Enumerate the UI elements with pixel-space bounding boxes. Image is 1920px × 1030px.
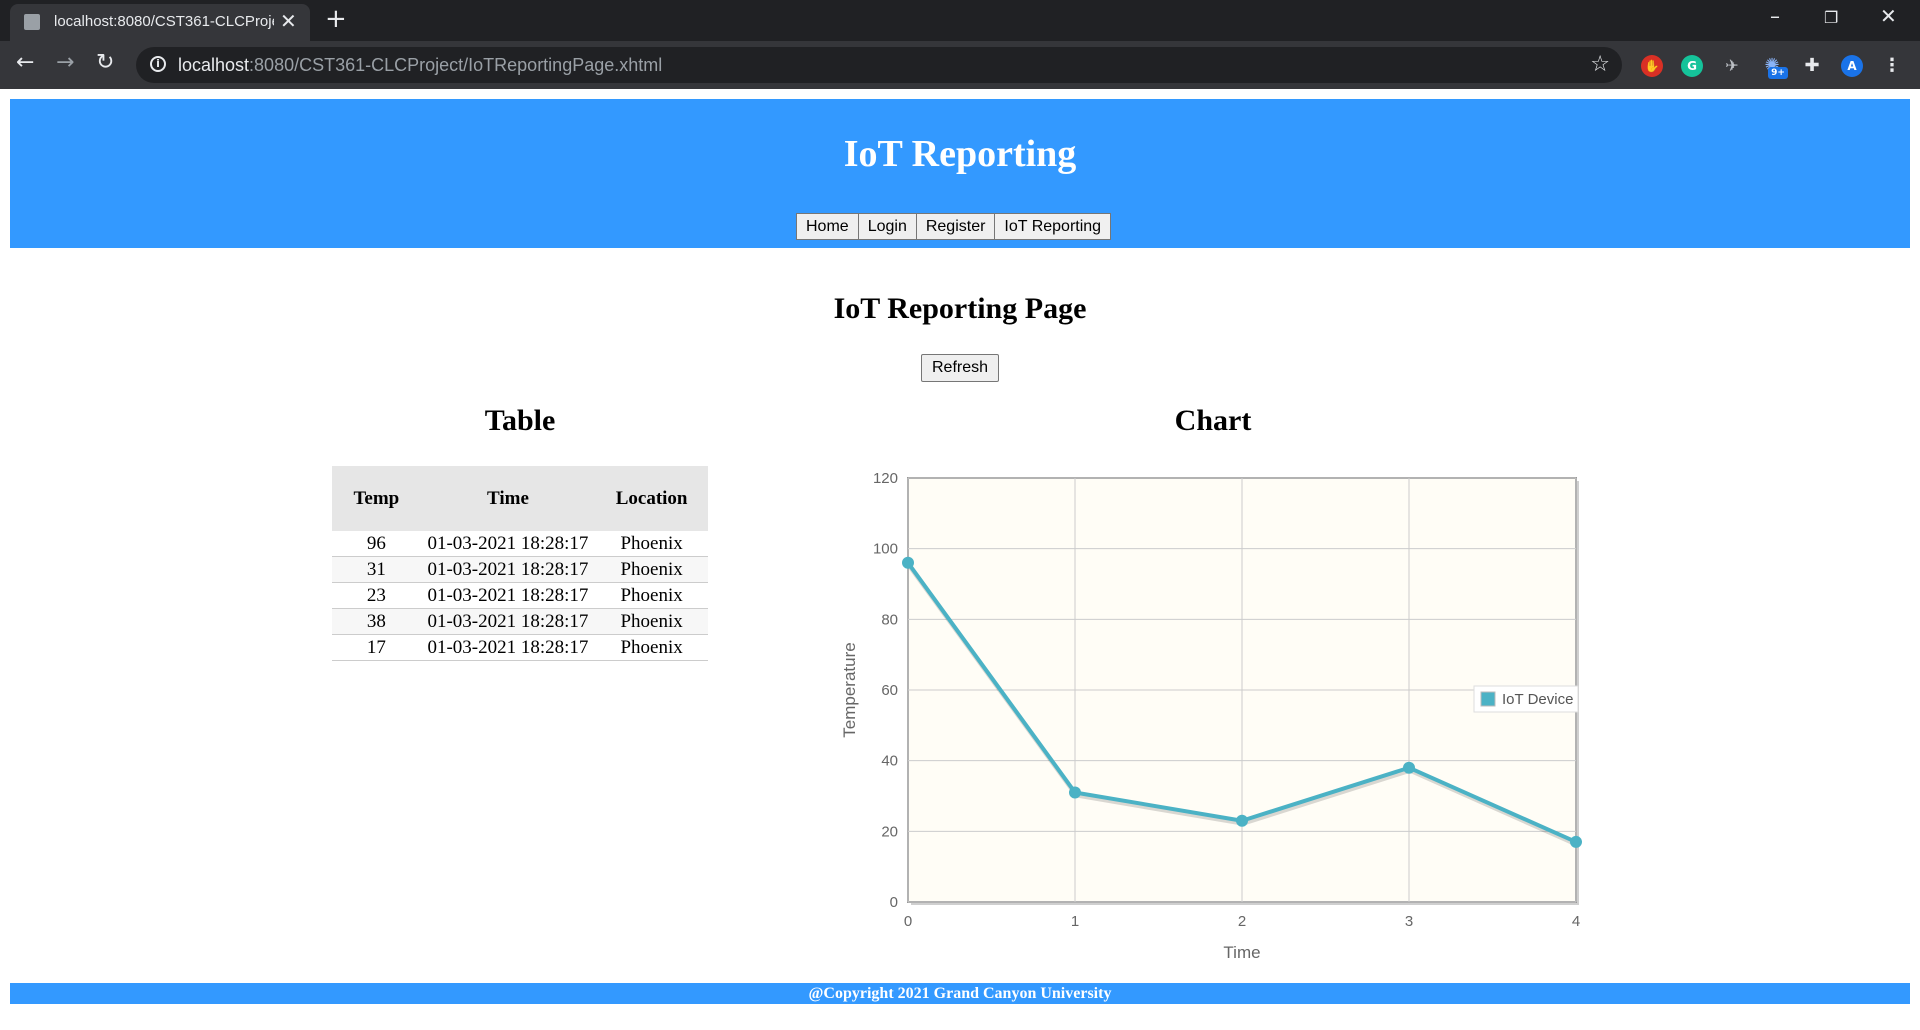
nav-register-button[interactable]: Register bbox=[915, 213, 996, 240]
cell-location: Phoenix bbox=[595, 582, 708, 609]
close-window-icon[interactable]: ✕ bbox=[1880, 6, 1897, 26]
y-tick-label: 60 bbox=[881, 682, 898, 699]
restore-icon[interactable]: ❐ bbox=[1824, 8, 1838, 28]
bookmark-star-icon[interactable]: ☆ bbox=[1590, 52, 1610, 77]
cell-time: 01-03-2021 18:28:17 bbox=[420, 582, 596, 609]
data-point bbox=[1403, 761, 1415, 774]
cell-temp: 17 bbox=[332, 634, 421, 661]
page-title: IoT Reporting Page bbox=[833, 292, 1087, 325]
y-axis-label: Temperature bbox=[840, 642, 859, 737]
site-title: IoT Reporting bbox=[843, 133, 1077, 175]
legend-label: IoT Device bbox=[1502, 691, 1573, 708]
site-footer: @Copyright 2021 Grand Canyon University bbox=[10, 983, 1910, 1004]
nav-login-button[interactable]: Login bbox=[857, 213, 917, 240]
table-header-row: Temp Time Location bbox=[332, 466, 708, 531]
nav-iot-reporting-button[interactable]: IoT Reporting bbox=[994, 213, 1112, 240]
profile-avatar[interactable]: A bbox=[1841, 55, 1863, 77]
y-tick-label: 0 bbox=[890, 894, 898, 911]
y-tick-label: 80 bbox=[881, 611, 898, 628]
data-point bbox=[1570, 835, 1582, 848]
new-tab-icon[interactable]: + bbox=[325, 6, 347, 32]
y-tick-label: 120 bbox=[873, 470, 898, 487]
cell-location: Phoenix bbox=[595, 531, 708, 557]
url-text[interactable]: localhost:8080/CST361-CLCProject/IoTRepo… bbox=[178, 55, 662, 76]
cell-time: 01-03-2021 18:28:17 bbox=[420, 634, 596, 661]
x-tick-label: 3 bbox=[1405, 913, 1413, 930]
page-favicon-icon bbox=[24, 14, 40, 30]
extension-badge: 9+ bbox=[1768, 67, 1788, 79]
site-header: IoT Reporting Home Login Register IoT Re… bbox=[10, 99, 1910, 248]
extensions-puzzle-icon[interactable]: ✚ bbox=[1801, 55, 1823, 77]
table-row: 31 01-03-2021 18:28:17 Phoenix bbox=[332, 556, 708, 583]
data-point bbox=[902, 556, 914, 569]
close-tab-icon[interactable]: ✕ bbox=[280, 11, 297, 31]
cell-location: Phoenix bbox=[595, 634, 708, 661]
cell-time: 01-03-2021 18:28:17 bbox=[420, 531, 596, 557]
browser-tab[interactable]: localhost:8080/CST361-CLCProje ✕ bbox=[10, 4, 310, 41]
cell-temp: 31 bbox=[332, 556, 421, 583]
extension-icon[interactable]: ✈ bbox=[1721, 55, 1743, 77]
site-info-icon[interactable]: i bbox=[150, 56, 166, 72]
reload-icon[interactable]: ↻ bbox=[96, 51, 114, 75]
cell-temp: 96 bbox=[332, 531, 421, 557]
table-row: 38 01-03-2021 18:28:17 Phoenix bbox=[332, 608, 708, 635]
x-tick-label: 2 bbox=[1238, 913, 1246, 930]
y-tick-label: 40 bbox=[881, 753, 898, 770]
cell-temp: 38 bbox=[332, 608, 421, 635]
cell-time: 01-03-2021 18:28:17 bbox=[420, 608, 596, 635]
column-header-temp[interactable]: Temp bbox=[332, 466, 421, 531]
x-tick-label: 0 bbox=[904, 913, 912, 930]
browser-tabstrip: localhost:8080/CST361-CLCProje ✕ + – ❐ ✕ bbox=[0, 0, 1920, 41]
cell-location: Phoenix bbox=[595, 608, 708, 635]
x-tick-label: 1 bbox=[1071, 913, 1079, 930]
refresh-button[interactable]: Refresh bbox=[921, 354, 999, 382]
data-point bbox=[1069, 786, 1081, 799]
minimize-icon[interactable]: – bbox=[1770, 6, 1780, 26]
column-header-location[interactable]: Location bbox=[595, 466, 708, 531]
x-axis-label: Time bbox=[1223, 943, 1260, 962]
readings-table: Temp Time Location 96 01-03-2021 18:28:1… bbox=[332, 466, 708, 661]
column-header-time[interactable]: Time bbox=[420, 466, 596, 531]
nav-menu: Home Login Register IoT Reporting bbox=[796, 213, 1112, 240]
browser-toolbar: ← → ↻ i localhost:8080/CST361-CLCProject… bbox=[0, 41, 1920, 89]
nav-home-button[interactable]: Home bbox=[796, 213, 859, 240]
legend-swatch bbox=[1480, 691, 1496, 707]
table-row: 17 01-03-2021 18:28:17 Phoenix bbox=[332, 634, 708, 661]
table-row: 23 01-03-2021 18:28:17 Phoenix bbox=[332, 582, 708, 609]
y-tick-label: 20 bbox=[881, 823, 898, 840]
adblock-extension-icon[interactable]: ✋ bbox=[1641, 55, 1663, 77]
cell-temp: 23 bbox=[332, 582, 421, 609]
temperature-line-chart: 0 20 40 60 80 100 120 0 1 2 3 4 Time Temperature IoT D… bbox=[840, 470, 1582, 962]
chart-heading: Chart bbox=[1174, 404, 1252, 437]
table-row: 96 01-03-2021 18:28:17 Phoenix bbox=[332, 531, 708, 557]
cell-location: Phoenix bbox=[595, 556, 708, 583]
url-path: :8080/CST361-CLCProject/IoTReportingPage… bbox=[249, 55, 663, 75]
cell-time: 01-03-2021 18:28:17 bbox=[420, 556, 596, 583]
forward-icon[interactable]: → bbox=[56, 51, 74, 75]
table-heading: Table bbox=[484, 404, 556, 437]
menu-kebab-icon[interactable]: ⋮ bbox=[1881, 55, 1903, 77]
x-tick-label: 4 bbox=[1572, 913, 1580, 930]
data-point bbox=[1236, 814, 1248, 827]
address-bar[interactable]: i localhost:8080/CST361-CLCProject/IoTRe… bbox=[136, 47, 1622, 83]
url-host: localhost bbox=[178, 55, 250, 75]
back-icon[interactable]: ← bbox=[16, 51, 34, 75]
y-tick-label: 100 bbox=[873, 541, 898, 558]
grammarly-extension-icon[interactable]: G bbox=[1681, 55, 1703, 77]
tab-title: localhost:8080/CST361-CLCProje bbox=[54, 13, 274, 30]
